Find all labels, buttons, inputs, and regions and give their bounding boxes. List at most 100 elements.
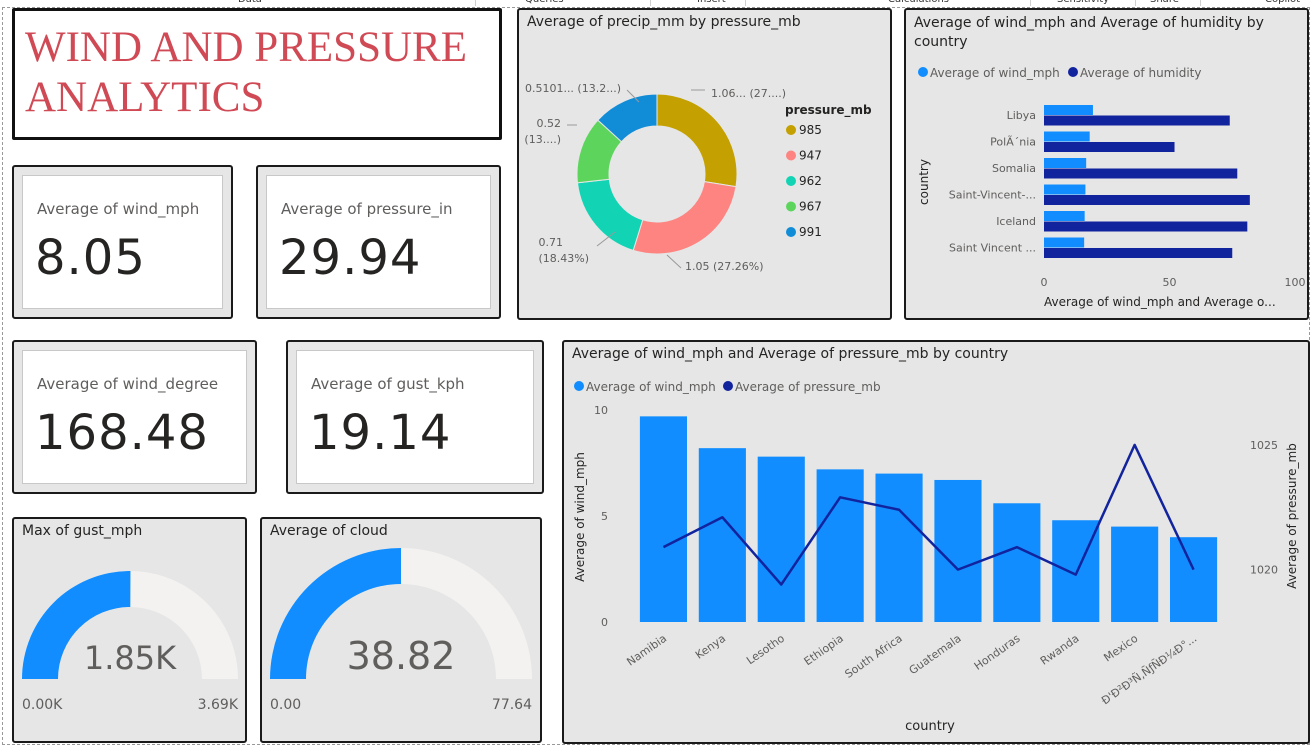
card-pressure-in[interactable]: Average of pressure_in 29.94 xyxy=(256,165,501,319)
donut-chart-panel[interactable]: Average of precip_mm by pressure_mb 1.06… xyxy=(517,8,892,320)
card-wind-mph[interactable]: Average of wind_mph 8.05 xyxy=(12,165,233,319)
hbar-bar[interactable] xyxy=(1044,211,1085,221)
hbar-bar[interactable] xyxy=(1044,195,1250,205)
ribbon-tab[interactable]: Copilot xyxy=(1265,0,1300,5)
donut-legend-marker xyxy=(786,227,796,237)
gauge-cloud-chart: 38.82 0.00 77.64 xyxy=(270,548,532,713)
hbar-x-tick: 0 xyxy=(1041,276,1048,289)
combo-legend-item[interactable]: Average of pressure_mb xyxy=(735,380,881,394)
gauge-value: 1.85K xyxy=(84,639,177,677)
donut-data-label: 0.52 xyxy=(537,117,562,130)
combo-bar[interactable] xyxy=(1111,526,1159,622)
report-title-box: WIND AND PRESSURE ANALYTICS xyxy=(12,8,502,140)
report-title-line2: ANALYTICS xyxy=(25,74,265,121)
combo-x-tick: Guatemala xyxy=(907,632,964,677)
donut-legend-item[interactable]: 947 xyxy=(799,149,822,163)
combo-legend-marker xyxy=(574,381,584,391)
combo-bar[interactable] xyxy=(1169,537,1218,622)
card-label: Average of gust_kph xyxy=(311,375,465,393)
donut-legend-item[interactable]: 991 xyxy=(799,225,822,239)
hbar-bar[interactable] xyxy=(1044,131,1090,142)
hbar-bar[interactable] xyxy=(1044,158,1087,168)
card-value: 8.05 xyxy=(35,230,146,286)
gauge-max-label: 77.64 xyxy=(492,697,532,713)
hbar-chart: Average of wind_mph Average of humidity Li… xyxy=(917,66,1306,309)
hbar-category-label: Libya xyxy=(1007,109,1036,122)
donut-legend-marker xyxy=(786,176,796,186)
combo-x-tick: Kenya xyxy=(693,632,728,662)
hbar-category-label: Saint-Vincent-... xyxy=(949,189,1036,202)
ribbon-tab[interactable]: Insert xyxy=(697,0,726,5)
report-title-line1: WIND AND PRESSURE xyxy=(25,24,467,71)
hbar-x-axis-title: Average of wind_mph and Average o... xyxy=(1044,295,1276,309)
hbar-bar[interactable] xyxy=(1044,248,1233,258)
donut-legend-marker xyxy=(786,150,796,161)
hbar-x-tick: 50 xyxy=(1163,276,1177,289)
card-gust-kph[interactable]: Average of gust_kph 19.14 xyxy=(286,340,544,494)
combo-bar[interactable] xyxy=(993,503,1041,622)
combo-bar[interactable] xyxy=(757,456,805,622)
donut-chart: 1.06... (27....) 1.05 (27.26%) 0.71 (18.43%… xyxy=(524,82,872,273)
hbar-bar[interactable] xyxy=(1044,142,1175,152)
card-value: 29.94 xyxy=(279,230,422,286)
gauge-gust-panel[interactable]: Max of gust_mph 1.85K 0.00K 3.69K xyxy=(12,517,247,743)
donut-legend-marker xyxy=(786,201,796,212)
hbar-bar[interactable] xyxy=(1044,105,1093,115)
combo-chart: Average of wind_mph Average of pressure_m… xyxy=(573,380,1299,734)
combo-x-tick: Rwanda xyxy=(1038,632,1082,668)
combo-chart-panel[interactable]: Average of wind_mph and Average of press… xyxy=(562,340,1310,744)
combo-bar[interactable] xyxy=(875,473,923,622)
hbar-bar[interactable] xyxy=(1044,115,1230,126)
donut-slice-985[interactable] xyxy=(656,93,738,188)
donut-slice-947[interactable] xyxy=(632,181,737,255)
card-label: Average of pressure_in xyxy=(281,200,453,218)
combo-y-tick: 0 xyxy=(601,616,608,629)
combo-x-tick: South Africa xyxy=(843,632,905,681)
hbar-category-label: Somalia xyxy=(992,162,1036,175)
hbar-bar[interactable] xyxy=(1044,221,1248,232)
donut-data-label: 0.71 xyxy=(539,236,564,249)
ribbon-tab[interactable]: Sensitivity xyxy=(1057,0,1109,5)
donut-legend-item[interactable]: 967 xyxy=(799,200,822,214)
hbar-category-label: PolÃ´nia xyxy=(990,136,1036,149)
donut-legend-item[interactable]: 962 xyxy=(799,174,822,188)
combo-y2-tick: 1025 xyxy=(1250,439,1278,452)
gauge-value: 38.82 xyxy=(347,634,456,678)
ribbon-divider xyxy=(1135,0,1136,6)
combo-bar[interactable] xyxy=(816,469,864,622)
card-inner: Average of gust_kph 19.14 xyxy=(296,350,534,484)
hbar-category-label: Saint Vincent ... xyxy=(949,242,1036,255)
card-inner: Average of pressure_in 29.94 xyxy=(266,175,491,309)
donut-data-label: 1.06... (27....) xyxy=(711,87,786,100)
hbar-chart-panel[interactable]: Average of wind_mph and Average of humid… xyxy=(904,8,1309,320)
combo-y2-tick: 1020 xyxy=(1250,564,1278,577)
hbar-legend-item[interactable]: Average of wind_mph xyxy=(930,66,1060,80)
hbar-legend-item[interactable]: Average of humidity xyxy=(1080,66,1201,80)
donut-data-label: 1.05 (27.26%) xyxy=(685,260,764,273)
ribbon-tab[interactable]: Queries xyxy=(525,0,564,5)
card-wind-degree[interactable]: Average of wind_degree 168.48 xyxy=(12,340,257,494)
ribbon-divider xyxy=(650,0,651,6)
ribbon-tab[interactable]: Calculations xyxy=(888,0,949,5)
combo-bar[interactable] xyxy=(934,479,982,622)
ribbon-tab[interactable]: Share xyxy=(1150,0,1179,5)
hbar-x-tick: 100 xyxy=(1285,276,1306,289)
donut-slice-962[interactable] xyxy=(576,178,644,252)
ribbon-divider xyxy=(1200,0,1201,6)
hbar-bar[interactable] xyxy=(1044,184,1086,195)
donut-data-label: (18.43%) xyxy=(538,252,589,265)
combo-legend-item[interactable]: Average of wind_mph xyxy=(586,380,716,394)
gauge-cloud-panel[interactable]: Average of cloud 38.82 0.00 77.64 xyxy=(260,517,542,743)
hbar-bar[interactable] xyxy=(1044,237,1085,248)
donut-legend-item[interactable]: 985 xyxy=(799,123,822,137)
combo-y-tick: 5 xyxy=(601,510,608,523)
card-inner: Average of wind_mph 8.05 xyxy=(22,175,223,309)
hbar-bar[interactable] xyxy=(1044,168,1238,179)
combo-x-tick: Ð'Ð²Ð³Ñ‚ÑƒÑÐ¼Ð°... xyxy=(1099,632,1199,708)
donut-leader-line xyxy=(666,254,682,269)
donut-data-label: (13....) xyxy=(524,133,561,146)
combo-bar[interactable] xyxy=(639,416,688,622)
card-label: Average of wind_degree xyxy=(37,375,219,393)
ribbon-tab[interactable]: Data xyxy=(238,0,262,5)
combo-y-axis-title: Average of wind_mph xyxy=(573,452,587,582)
